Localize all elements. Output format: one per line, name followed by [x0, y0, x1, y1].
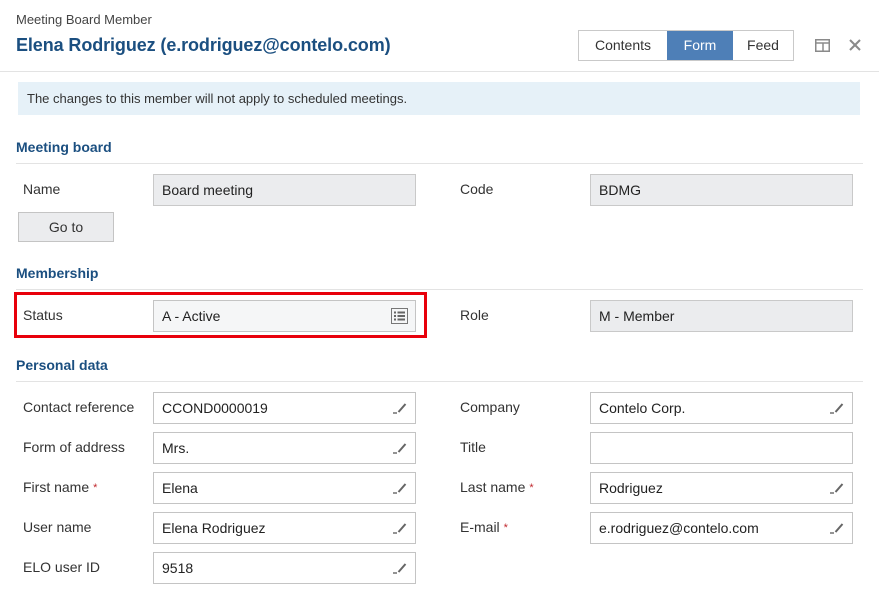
status-label: Status [23, 307, 63, 323]
contact-reference-label: Contact reference [23, 399, 135, 415]
pencil-icon[interactable] [393, 402, 407, 414]
first-name-field[interactable]: Elena [153, 472, 416, 504]
user-name-value: Elena Rodriguez [162, 520, 266, 536]
user-name-label: User name [23, 519, 92, 535]
section-divider [16, 381, 863, 382]
role-field: M - Member [590, 300, 853, 332]
form-of-address-value: Mrs. [162, 440, 190, 456]
section-divider [16, 163, 863, 164]
form-of-address-label: Form of address [23, 439, 125, 455]
pencil-icon[interactable] [393, 562, 407, 574]
last-name-label-text: Last name [460, 479, 526, 495]
contact-reference-value: CCOND0000019 [162, 400, 268, 416]
pencil-icon[interactable] [830, 402, 844, 414]
first-name-label-text: First name [23, 479, 90, 495]
elo-user-id-value: 9518 [162, 560, 194, 576]
pencil-icon[interactable] [393, 522, 407, 534]
user-name-field[interactable]: Elena Rodriguez [153, 512, 416, 544]
pencil-icon[interactable] [393, 442, 407, 454]
code-label: Code [460, 181, 494, 197]
view-tabs: Contents Form Feed [578, 30, 794, 61]
code-field: BDMG [590, 174, 853, 206]
close-icon[interactable] [848, 38, 862, 52]
last-name-label: Last name * [460, 479, 534, 495]
pencil-icon[interactable] [830, 522, 844, 534]
go-to-button[interactable]: Go to [18, 212, 114, 242]
email-label-text: E-mail [460, 519, 500, 535]
tab-form[interactable]: Form [667, 31, 733, 60]
section-title-meeting-board: Meeting board [16, 139, 112, 155]
list-icon[interactable] [391, 308, 408, 324]
tab-contents[interactable]: Contents [579, 31, 667, 60]
title-field[interactable] [590, 432, 853, 464]
email-label: E-mail * [460, 519, 508, 535]
company-label: Company [460, 399, 520, 415]
status-select[interactable]: A - Active [153, 300, 416, 332]
last-name-value: Rodriguez [599, 480, 663, 496]
pencil-icon[interactable] [393, 482, 407, 494]
company-field[interactable]: Contelo Corp. [590, 392, 853, 424]
form-of-address-field[interactable]: Mrs. [153, 432, 416, 464]
name-label: Name [23, 181, 61, 197]
title-label: Title [460, 439, 486, 455]
info-message: The changes to this member will not appl… [18, 82, 860, 115]
name-field: Board meeting [153, 174, 416, 206]
contact-reference-field[interactable]: CCOND0000019 [153, 392, 416, 424]
required-marker: * [93, 482, 98, 494]
section-title-membership: Membership [16, 265, 99, 281]
required-marker: * [529, 482, 534, 494]
elo-user-id-field[interactable]: 9518 [153, 552, 416, 584]
role-label: Role [460, 307, 489, 323]
header: Meeting Board Member Elena Rodriguez (e.… [0, 0, 879, 72]
elo-user-id-label: ELO user ID [23, 559, 101, 575]
section-divider [16, 289, 863, 290]
section-title-personal-data: Personal data [16, 357, 108, 373]
email-field[interactable]: e.rodriguez@contelo.com [590, 512, 853, 544]
first-name-label: First name * [23, 479, 97, 495]
page-subtitle: Meeting Board Member [16, 12, 152, 27]
first-name-value: Elena [162, 480, 198, 496]
pencil-icon[interactable] [830, 482, 844, 494]
page-title: Elena Rodriguez (e.rodriguez@contelo.com… [16, 35, 391, 55]
tab-feed[interactable]: Feed [733, 31, 793, 60]
required-marker: * [503, 522, 508, 534]
company-value: Contelo Corp. [599, 400, 686, 416]
email-value: e.rodriguez@contelo.com [599, 520, 759, 536]
status-value: A - Active [162, 308, 221, 324]
layout-icon[interactable] [815, 39, 830, 52]
last-name-field[interactable]: Rodriguez [590, 472, 853, 504]
